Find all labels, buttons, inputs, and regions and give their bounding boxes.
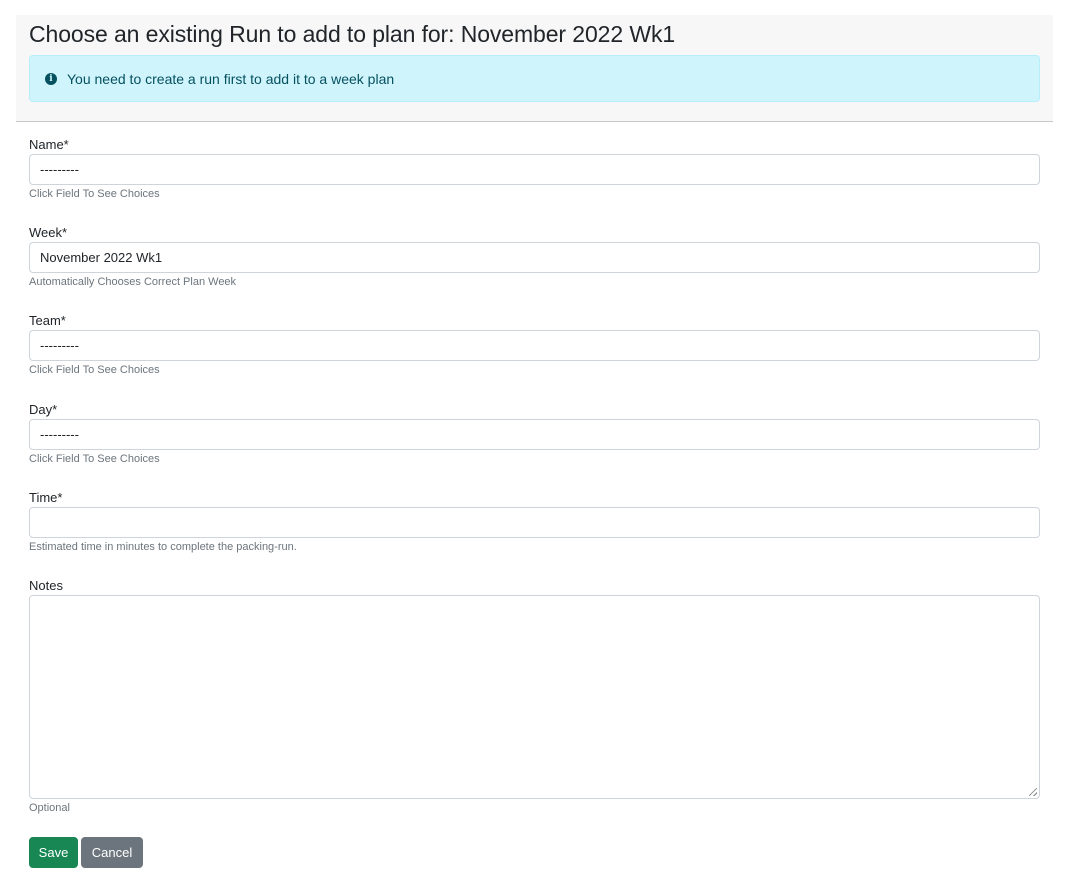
team-label: Team* bbox=[29, 313, 66, 328]
day-help-text: Click Field To See Choices bbox=[29, 453, 160, 465]
team-select[interactable]: --------- bbox=[29, 330, 1040, 361]
name-help-text: Click Field To See Choices bbox=[29, 188, 160, 200]
day-select[interactable]: --------- bbox=[29, 419, 1040, 450]
notes-label: Notes bbox=[29, 578, 63, 593]
notes-help-text: Optional bbox=[29, 802, 70, 814]
day-label: Day* bbox=[29, 402, 58, 417]
notes-textarea[interactable] bbox=[29, 595, 1040, 799]
info-circle-icon: i bbox=[45, 72, 57, 85]
time-label: Time* bbox=[29, 490, 63, 505]
time-input[interactable] bbox=[29, 507, 1040, 538]
alert-message: You need to create a run first to add it… bbox=[67, 70, 395, 87]
info-alert: i You need to create a run first to add … bbox=[29, 55, 1040, 102]
week-help-text: Automatically Chooses Correct Plan Week bbox=[29, 276, 237, 288]
time-help-text: Estimated time in minutes to complete th… bbox=[29, 541, 297, 553]
week-select[interactable]: November 2022 Wk1 bbox=[29, 242, 1040, 273]
save-button[interactable]: Save bbox=[29, 837, 78, 868]
name-select[interactable]: --------- bbox=[29, 154, 1040, 185]
header-panel: Choose an existing Run to add to plan fo… bbox=[16, 15, 1053, 122]
week-label: Week* bbox=[29, 225, 68, 240]
team-help-text: Click Field To See Choices bbox=[29, 364, 160, 376]
name-label: Name* bbox=[29, 137, 69, 152]
page-title: Choose an existing Run to add to plan fo… bbox=[29, 21, 676, 47]
cancel-button[interactable]: Cancel bbox=[81, 837, 143, 868]
resize-handle-icon[interactable] bbox=[1029, 788, 1037, 796]
